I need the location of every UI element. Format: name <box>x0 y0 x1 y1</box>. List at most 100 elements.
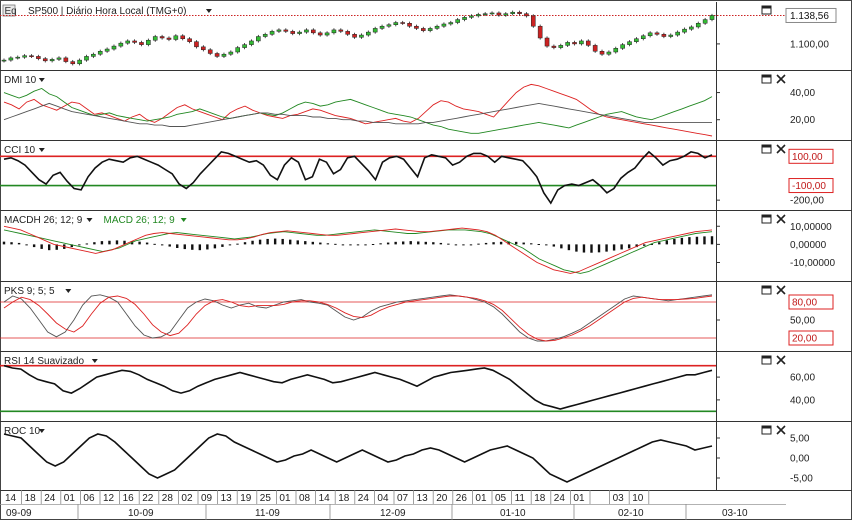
candle <box>256 34 261 43</box>
candle <box>111 44 117 51</box>
macd-hist-bar <box>334 243 337 245</box>
candle <box>228 50 234 56</box>
macd-hist-bar <box>673 238 676 245</box>
macd-hist-bar <box>710 236 714 245</box>
month-label: 10-09 <box>128 508 154 519</box>
chevron-down-icon[interactable] <box>86 218 93 222</box>
current-price-badge: 1.138,56 <box>785 7 837 23</box>
macd-hist-bar <box>703 236 706 245</box>
candle <box>352 32 357 39</box>
maximize-icon[interactable] <box>761 214 772 224</box>
chevron-down-icon[interactable] <box>38 148 45 152</box>
macd-hist-bar <box>251 240 254 245</box>
candle <box>91 52 96 59</box>
month-label: 09-09 <box>6 508 32 519</box>
day-label: 01 <box>64 493 76 504</box>
level-label: 100,00 <box>792 152 823 163</box>
maximize-icon[interactable] <box>761 5 772 15</box>
candle <box>104 47 110 53</box>
candle <box>297 30 302 36</box>
axis-label: 10,00000 <box>790 222 832 233</box>
macd-hist-bar <box>545 244 548 246</box>
macd-hist-bar <box>409 241 412 245</box>
chevron-down-icon[interactable] <box>91 359 98 363</box>
day-label: 24 <box>554 493 566 504</box>
macd-hist-bar <box>695 236 699 245</box>
axis-label: 60,00 <box>790 373 815 384</box>
macd-hist-bar <box>447 243 450 245</box>
candle <box>558 43 564 50</box>
day-label: 13 <box>221 493 233 504</box>
candle <box>269 29 275 36</box>
panel-title-pks[interactable]: PKS 9; 5; 5 <box>4 286 55 297</box>
panel-cci: CCI 10 -200,00 100,00 -100,00 <box>0 141 852 211</box>
month-label: 01-10 <box>500 508 526 519</box>
macd-hist-bar <box>530 243 533 245</box>
maximize-icon[interactable] <box>761 285 772 295</box>
chart-workspace[interactable]: Eq SP500 | Diário Hora Local (TMG+0)1.100… <box>0 0 852 520</box>
close-icon[interactable] <box>776 214 786 224</box>
macd-hist-bar <box>93 242 96 245</box>
close-icon[interactable] <box>776 285 786 295</box>
panel-title2-macd[interactable]: MACD 26; 12; 9 <box>104 215 176 226</box>
macd-hist-bar <box>597 244 601 253</box>
panel-price: Eq SP500 | Diário Hora Local (TMG+0)1.100… <box>0 2 852 71</box>
macd-hist-bar <box>198 244 202 251</box>
close-icon[interactable] <box>776 355 786 365</box>
macd-hist-bar <box>432 242 435 245</box>
day-label: 18 <box>338 493 350 504</box>
macd-hist-bar <box>228 244 232 246</box>
time-axis: 14 18 24 01 06 12 16 22 28 02 09 13 19 25 01 08 14 18 24 04… <box>0 490 852 520</box>
candle <box>544 36 550 48</box>
macd-hist-bar <box>386 242 390 245</box>
macd-hist-bar <box>281 238 284 245</box>
maximize-icon[interactable] <box>761 425 772 435</box>
day-label: 09 <box>201 493 213 504</box>
maximize-icon[interactable] <box>761 355 772 365</box>
candle <box>496 11 502 17</box>
candle <box>304 28 309 34</box>
macd-hist-bar <box>424 241 427 245</box>
panel-title-cci[interactable]: CCI 10 <box>4 145 36 156</box>
macd-hist-bar <box>266 238 269 245</box>
close-icon[interactable] <box>776 425 786 435</box>
panel-title-dmi[interactable]: DMI 10 <box>4 75 37 86</box>
day-label: 20 <box>436 493 448 504</box>
day-label: 16 <box>123 493 135 504</box>
candle <box>668 33 674 39</box>
axis-label: 5,00 <box>790 434 810 445</box>
month-label: 12-09 <box>380 508 406 519</box>
macd-hist-bar <box>620 244 623 250</box>
candle <box>63 56 69 64</box>
maximize-icon[interactable] <box>761 144 772 154</box>
chevron-down-icon[interactable] <box>65 289 72 293</box>
close-icon[interactable] <box>776 74 786 84</box>
close-icon[interactable] <box>776 144 786 154</box>
chevron-down-icon[interactable] <box>205 9 212 13</box>
current-price-label: 1.138,56 <box>790 11 829 22</box>
macd-hist-bar <box>484 242 488 245</box>
macd-hist-bar <box>243 242 247 245</box>
macd-hist-bar <box>371 244 375 246</box>
candle <box>592 43 598 53</box>
candle <box>132 39 137 45</box>
chevron-down-icon[interactable] <box>38 78 45 82</box>
macd-hist-bar <box>658 242 661 245</box>
macd-hist-bar <box>688 237 691 245</box>
axis-label: 20,00 <box>790 115 815 126</box>
panel-title-macd[interactable]: MACDH 26; 12; 9 <box>4 215 83 226</box>
candle <box>524 12 529 18</box>
chevron-down-icon[interactable] <box>180 218 187 222</box>
candle <box>372 26 378 34</box>
macd-hist-bar <box>612 244 616 251</box>
panel-roc: ROC 105,000,00-5,00 <box>0 422 852 491</box>
macd-hist-bar <box>349 244 352 246</box>
day-label: 08 <box>299 493 311 504</box>
candle <box>386 23 392 28</box>
macd-hist-bar <box>560 244 563 249</box>
macd-hist-bar <box>304 241 307 245</box>
candle <box>29 54 34 59</box>
axis-label: 40,00 <box>790 88 815 99</box>
maximize-icon[interactable] <box>761 74 772 84</box>
candle <box>647 31 653 38</box>
